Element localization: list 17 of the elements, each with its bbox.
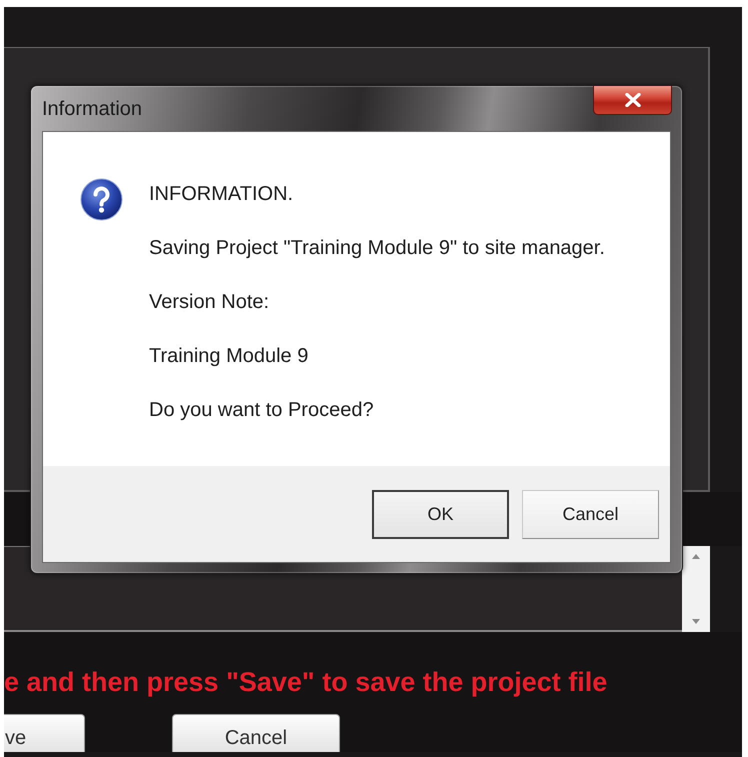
question-mark-icon <box>80 178 123 221</box>
message-text: Version Note: <box>149 290 270 314</box>
message-text: INFORMATION. <box>149 182 294 206</box>
cancel-button[interactable]: Cancel <box>172 714 340 752</box>
up-arrow-icon[interactable] <box>692 554 700 559</box>
message-text: Training Module 9 <box>149 344 310 368</box>
scrollbar[interactable] <box>682 546 710 632</box>
close-icon <box>624 93 640 107</box>
down-arrow-icon[interactable] <box>692 619 700 624</box>
dialog-title: Information <box>42 97 142 121</box>
ok-button[interactable]: OK <box>372 490 509 539</box>
close-button[interactable] <box>593 86 672 115</box>
cut-off-button[interactable]: ve <box>4 714 85 752</box>
instruction-text: e and then press "Save" to save the project file <box>4 666 608 698</box>
cancel-button[interactable]: Cancel <box>522 490 659 539</box>
message-text: Saving Project "Training Module 9" to site manager. <box>149 236 606 260</box>
message-text: Do you want to Proceed? <box>149 398 375 422</box>
